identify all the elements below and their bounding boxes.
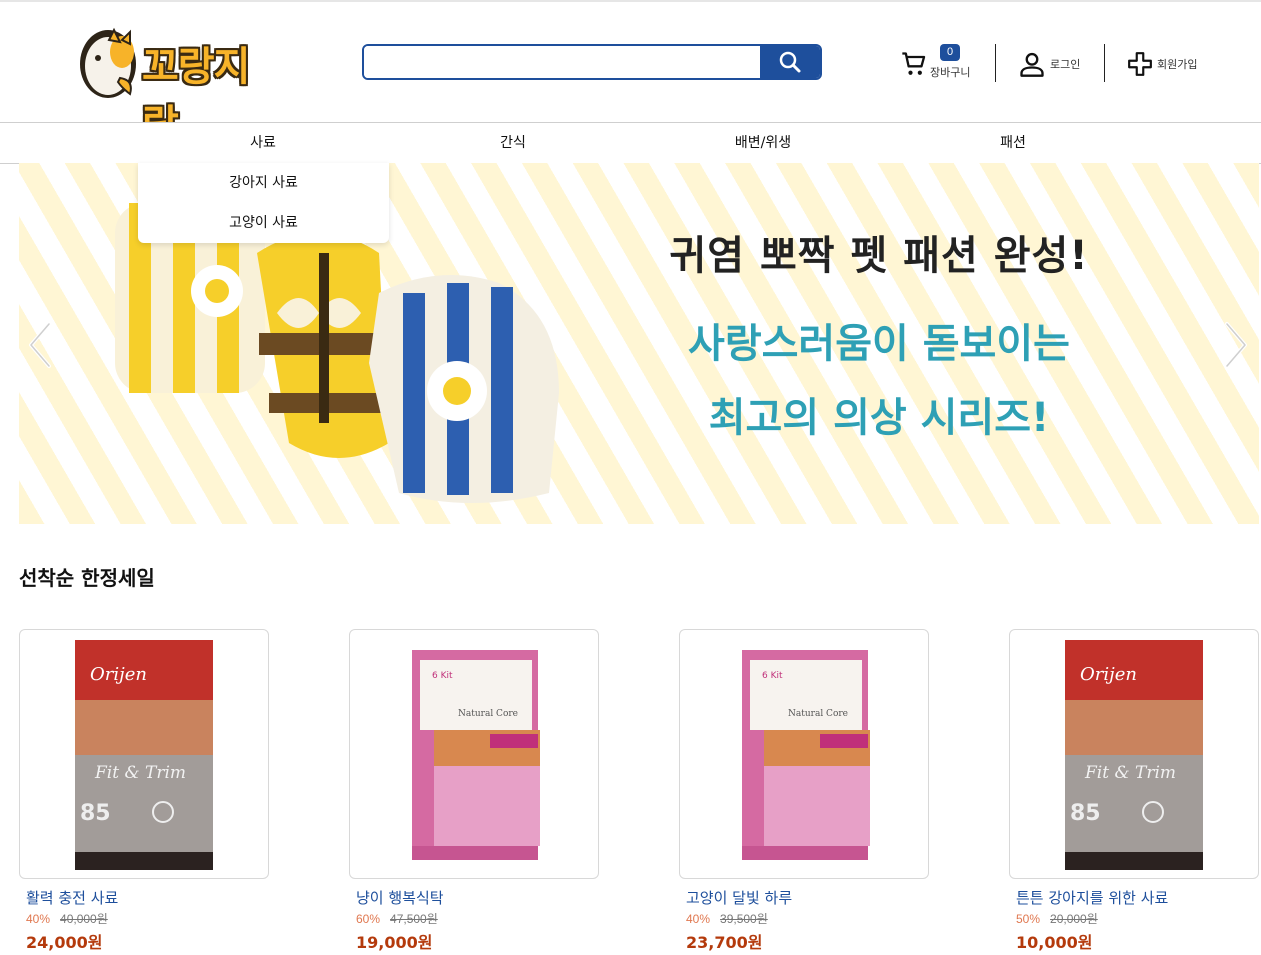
cart-button[interactable]: 0 장바구니 — [900, 44, 970, 84]
product-image[interactable]: 6 Kit Natural Core — [679, 629, 929, 879]
discount-rate: 40% — [26, 912, 51, 926]
product-card[interactable]: Orijen Fit & Trim 85 튼튼 강아지를 위한 사료 50% 20… — [1009, 629, 1259, 955]
section-title: 선착순 한정세일 — [19, 566, 155, 590]
sale-price: 23,700원 — [686, 933, 763, 952]
svg-text:85: 85 — [80, 801, 111, 826]
site-header: 꼬랑지랑 0 장바구니 로그인 회원가입 — [0, 2, 1261, 148]
chevron-right-icon — [1225, 322, 1247, 368]
dropdown-item-cat-food[interactable]: 고양이 사료 — [138, 203, 389, 243]
banner-subtitle: 사랑스러움이 돋보이는 — [688, 321, 1070, 367]
product-card[interactable]: 6 Kit Natural Core 냥이 행복식탁 60% 47,500원 19… — [349, 629, 599, 953]
product-card[interactable]: 6 Kit Natural Core 고양이 달빛 하루 40% 39,500원 … — [679, 629, 929, 953]
discount-rate: 40% — [686, 912, 711, 926]
cart-count-badge: 0 — [940, 44, 960, 61]
price-row: 60% 47,500원 — [356, 910, 599, 927]
dropdown-caret — [257, 155, 269, 163]
svg-text:Fit & Trim: Fit & Trim — [94, 763, 186, 783]
original-price: 47,500원 — [390, 912, 438, 926]
site-logo[interactable]: 꼬랑지랑 — [78, 22, 283, 148]
search-icon — [779, 51, 801, 73]
original-price: 20,000원 — [1050, 912, 1098, 926]
banner-headline: 귀염 뽀짝 펫 패션 완성! — [669, 233, 1089, 279]
discount-rate: 60% — [356, 912, 381, 926]
svg-text:Orijen: Orijen — [90, 664, 147, 685]
natural-core-bag-image: 6 Kit Natural Core — [412, 650, 540, 860]
orijen-bag-image: Orijen Fit & Trim 85 — [1065, 640, 1203, 870]
original-price: 40,000원 — [60, 912, 108, 926]
svg-text:6 Kit: 6 Kit — [762, 671, 783, 681]
banner-prev-button[interactable] — [25, 320, 55, 370]
original-price: 39,500원 — [720, 912, 768, 926]
product-name[interactable]: 냥이 행복식탁 — [356, 887, 599, 908]
sale-price: 19,000원 — [356, 933, 433, 952]
price-row: 50% 20,000원 — [1016, 910, 1259, 927]
login-label: 로그인 — [1050, 59, 1081, 71]
nav-item-snack[interactable]: 간식 — [388, 123, 638, 163]
price-row: 40% 39,500원 — [686, 910, 929, 927]
svg-text:85: 85 — [1070, 801, 1101, 826]
natural-core-bag-image: 6 Kit Natural Core — [742, 650, 870, 860]
svg-text:Natural Core: Natural Core — [458, 709, 518, 719]
cart-label: 장바구니 — [930, 67, 971, 79]
category-nav: 사료 간식 배변/위생 패션 — [0, 122, 1261, 164]
svg-text:Orijen: Orijen — [1080, 664, 1137, 685]
discount-rate: 50% — [1016, 912, 1041, 926]
food-dropdown-menu: 강아지 사료 고양이 사료 — [138, 163, 389, 243]
nav-item-fashion[interactable]: 패션 — [888, 123, 1138, 163]
price-row: 40% 40,000원 — [26, 910, 269, 927]
join-button[interactable]: 회원가입 — [1127, 44, 1197, 84]
svg-text:Natural Core: Natural Core — [788, 709, 848, 719]
header-divider — [1104, 44, 1105, 82]
search-button[interactable] — [760, 46, 820, 78]
plus-icon — [1128, 52, 1152, 76]
join-label: 회원가입 — [1157, 59, 1198, 71]
product-card[interactable]: Orijen Fit & Trim 85 활력 충전 사료 40% 40,000원… — [19, 629, 269, 953]
cat-mascot-icon — [80, 27, 136, 98]
user-icon — [1020, 52, 1044, 77]
banner-subtitle: 최고의 의상 시리즈! — [708, 395, 1050, 441]
chevron-left-icon — [29, 322, 51, 368]
nav-item-hygiene[interactable]: 배변/위생 — [638, 123, 888, 163]
sale-price: 10,000원 — [1016, 933, 1093, 952]
cart-icon — [902, 52, 926, 75]
product-name[interactable]: 튼튼 강아지를 위한 사료 — [1016, 887, 1259, 908]
search-input[interactable] — [364, 46, 762, 78]
login-button[interactable]: 로그인 — [1018, 44, 1080, 84]
dropdown-item-dog-food[interactable]: 강아지 사료 — [138, 163, 389, 203]
product-image[interactable]: Orijen Fit & Trim 85 — [1009, 629, 1259, 879]
product-name[interactable]: 고양이 달빛 하루 — [686, 887, 929, 908]
product-image[interactable]: 6 Kit Natural Core — [349, 629, 599, 879]
product-name[interactable]: 활력 충전 사료 — [26, 887, 269, 908]
orijen-bag-image: Orijen Fit & Trim 85 — [75, 640, 213, 870]
header-divider — [995, 44, 996, 82]
banner-next-button[interactable] — [1221, 320, 1251, 370]
sale-price: 24,000원 — [26, 933, 103, 952]
product-image[interactable]: Orijen Fit & Trim 85 — [19, 629, 269, 879]
search-bar — [362, 44, 822, 80]
svg-text:Fit & Trim: Fit & Trim — [1084, 763, 1176, 783]
svg-text:6 Kit: 6 Kit — [432, 671, 453, 681]
